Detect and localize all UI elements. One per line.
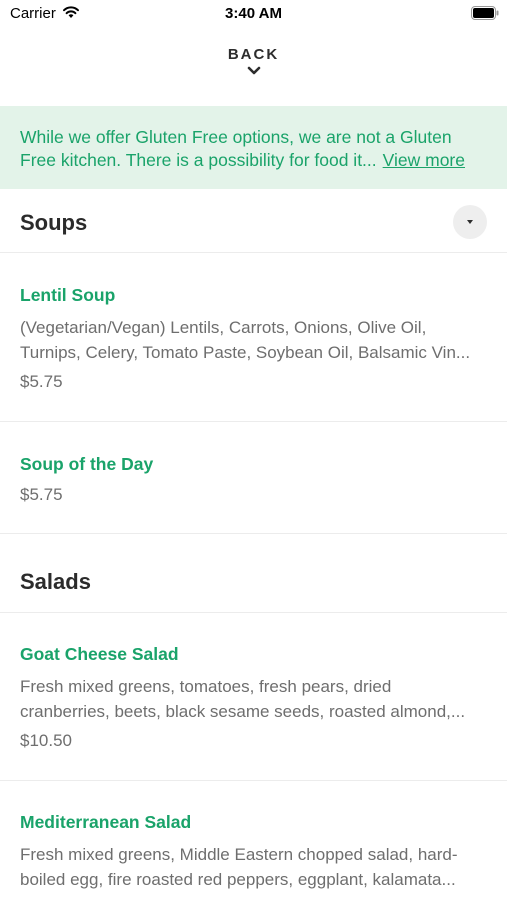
item-description-line: cranberries, beets, black sesame seeds, … (20, 702, 466, 721)
section-header-salads: Salads (0, 534, 507, 613)
view-more-link[interactable]: View more (383, 150, 465, 170)
status-time: 3:40 AM (225, 5, 282, 22)
status-bar: Carrier 3:40 AM (0, 0, 507, 30)
section-title: Salads (20, 569, 91, 594)
chevron-down-icon (247, 66, 260, 75)
item-price: $10.50 (20, 731, 72, 750)
item-description-line: Fresh mixed greens, tomatoes, fresh pear… (20, 677, 392, 696)
menu-item[interactable]: Goat Cheese Salad Fresh mixed greens, to… (0, 613, 507, 781)
section-title: Soups (20, 210, 88, 235)
back-button[interactable]: BACK (0, 46, 507, 76)
item-name: Goat Cheese Salad (20, 644, 179, 664)
menu-item[interactable]: Soup of the Day $5.75 (0, 422, 507, 534)
section-dropdown-button[interactable] (453, 205, 487, 239)
caret-down-icon (467, 220, 473, 224)
item-name: Soup of the Day (20, 454, 154, 474)
menu-screen: Carrier 3:40 AM BACK While we offer Glut… (0, 0, 507, 900)
item-description-line: (Vegetarian/Vegan) Lentils, Carrots, Oni… (20, 318, 427, 337)
menu-item[interactable]: Mediterranean Salad Fresh mixed greens, … (0, 781, 507, 900)
section-header-soups: Soups (0, 190, 507, 253)
item-name: Lentil Soup (20, 285, 116, 305)
gluten-notice: While we offer Gluten Free options, we a… (0, 106, 507, 189)
back-label: BACK (227, 46, 280, 63)
menu-item[interactable]: Lentil Soup (Vegetarian/Vegan) Lentils, … (0, 253, 507, 422)
item-price: $5.75 (20, 485, 63, 504)
item-description-line: Turnips, Celery, Tomato Paste, Soybean O… (20, 343, 471, 362)
item-price: $5.75 (20, 372, 63, 391)
item-name: Mediterranean Salad (20, 812, 192, 832)
battery-icon (471, 6, 499, 20)
item-description-line: boiled egg, fire roasted red peppers, eg… (20, 870, 456, 889)
item-description-line: Fresh mixed greens, Middle Eastern chopp… (20, 845, 458, 864)
